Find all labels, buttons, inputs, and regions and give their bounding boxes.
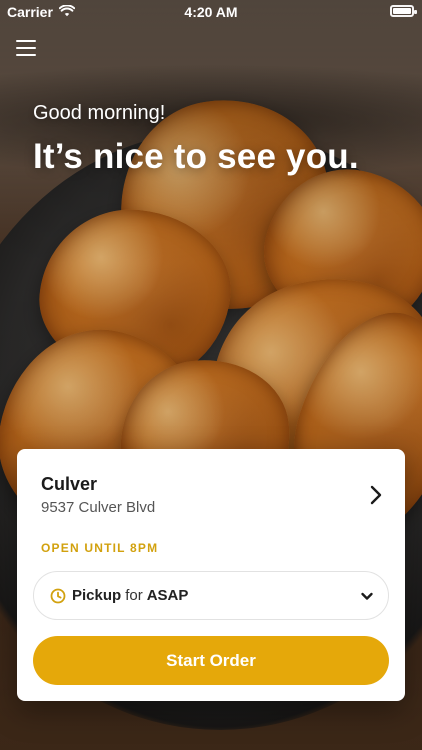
pickup-time-selector[interactable]: Pickup for ASAP: [33, 571, 389, 620]
hamburger-line: [16, 40, 36, 42]
status-bar: Carrier 4:20 AM: [0, 0, 422, 24]
location-address: 9537 Culver Blvd: [41, 499, 156, 516]
location-name: Culver: [41, 474, 98, 494]
chevron-right-icon[interactable]: [369, 485, 383, 505]
pickup-for: for: [125, 587, 143, 604]
battery-fill: [393, 8, 411, 14]
chevron-down-icon: [360, 589, 374, 603]
pickup-text: Pickup for ASAP: [72, 587, 188, 604]
clock-icon: [50, 588, 66, 604]
hamburger-line: [16, 54, 36, 56]
start-order-button[interactable]: Start Order: [33, 636, 389, 685]
status-time: 4:20 AM: [184, 4, 238, 20]
location-card: Culver 9537 Culver Blvd OPEN UNTIL 8PM P…: [17, 449, 405, 701]
hamburger-icon[interactable]: [16, 40, 36, 56]
battery-icon: [390, 5, 417, 17]
greeting-text: Good morning!: [33, 102, 166, 124]
pickup-time: ASAP: [146, 587, 189, 604]
hours-label: OPEN UNTIL 8PM: [41, 541, 159, 555]
headline-text: It’s nice to see you.: [33, 137, 359, 176]
pickup-mode: Pickup: [72, 587, 122, 604]
hamburger-line: [16, 47, 36, 49]
